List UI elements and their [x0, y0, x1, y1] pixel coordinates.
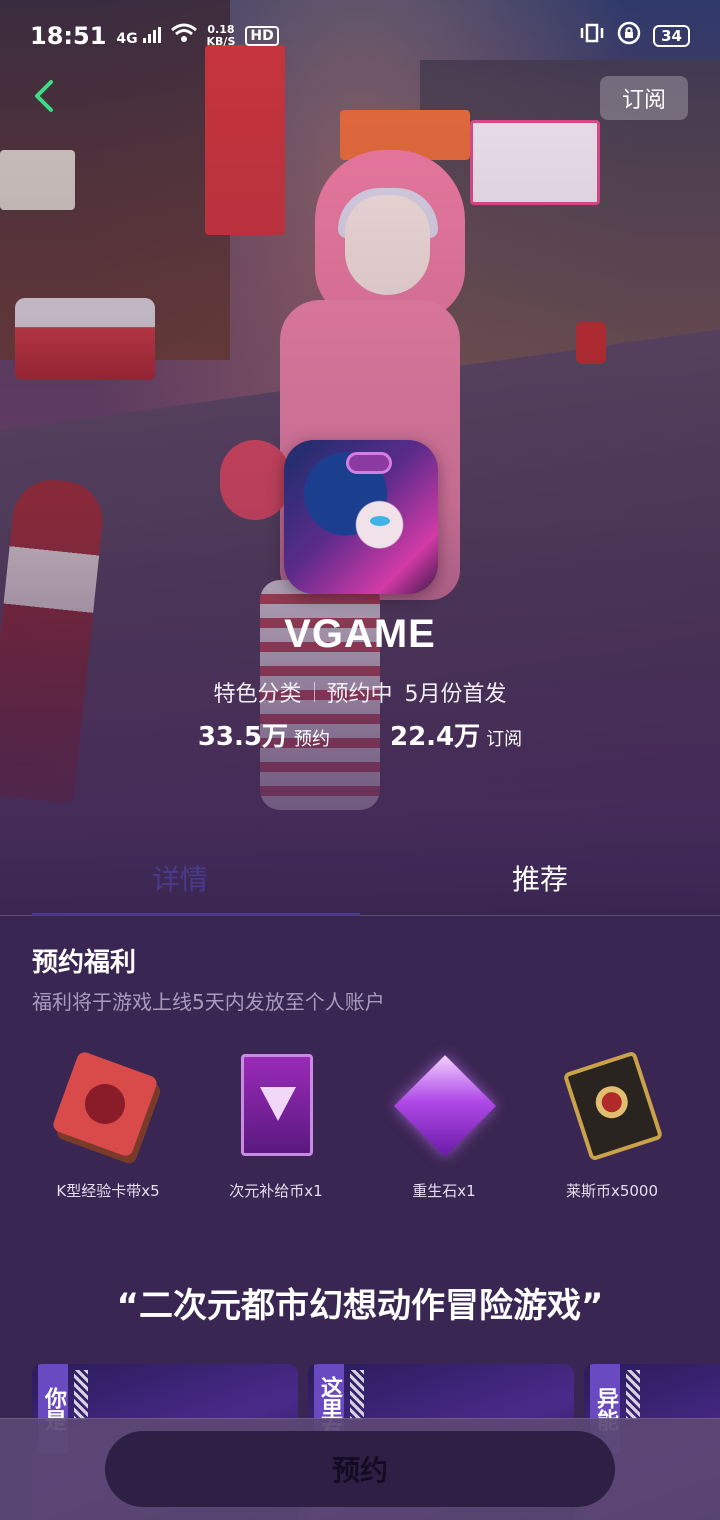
game-stats-row: 33.5万 预约 22.4万 订阅: [0, 716, 720, 753]
reserve-button-label: 预约: [331, 1454, 388, 1487]
reward-item: 重生石x1: [369, 1050, 519, 1201]
reserve-button[interactable]: 预约: [105, 1431, 615, 1507]
reservation-count: 33.5万: [197, 722, 288, 752]
reservation-count-label: 预约: [294, 729, 330, 750]
decorative-stripe: [350, 1370, 364, 1420]
reward-label: K型经验卡带x5: [56, 1182, 160, 1200]
reservation-stat: 33.5万 预约: [198, 716, 330, 753]
battery-indicator: 34: [653, 25, 690, 47]
subscription-count: 22.4万: [390, 722, 481, 752]
rebirth-gem-icon: [389, 1050, 499, 1160]
tab-details[interactable]: 详情: [0, 840, 360, 916]
status-time: 18:51: [30, 22, 107, 50]
game-slogan: “二次元都市幻想动作冒险游戏”: [116, 1286, 604, 1326]
chevron-left-icon: [35, 80, 53, 112]
tab-recommend[interactable]: 推荐: [360, 840, 720, 915]
cellular-signal-icon: 4G: [116, 26, 161, 46]
reward-item: 次元补给币x1: [201, 1050, 351, 1201]
reward-item: 莱斯币x5000: [537, 1050, 687, 1201]
subscription-count-label: 订阅: [486, 729, 523, 750]
game-status: 预约中: [326, 682, 393, 707]
benefits-title: 预约福利: [32, 948, 137, 978]
status-bar: 18:51 4G 0.18 KB/S HD 34: [0, 0, 720, 72]
hd-voice-icon: HD: [245, 26, 279, 46]
app-icon-eye: [370, 516, 390, 526]
reward-item: K型经验卡带x5: [33, 1050, 183, 1201]
app-icon-goggle: [346, 452, 392, 474]
rice-coin-card-icon: [557, 1050, 667, 1162]
game-app-icon: [284, 440, 438, 594]
tab-bar: 详情 推荐: [0, 840, 720, 916]
meta-divider: [313, 682, 315, 702]
reward-label: 莱斯币x5000: [565, 1182, 659, 1200]
network-speed: 0.18 KB/S: [206, 23, 236, 48]
reward-label: 重生石x1: [412, 1182, 476, 1200]
benefits-subtitle: 福利将于游戏上线5天内发放至个人账户: [32, 990, 385, 1014]
supply-coin-card-icon: [221, 1050, 331, 1160]
game-category[interactable]: 特色分类: [213, 676, 301, 708]
exp-cartridge-icon: [51, 1050, 163, 1160]
subscription-stat: 22.4万 订阅: [390, 716, 522, 753]
bottom-action-bar: 预约: [0, 1418, 720, 1520]
back-button[interactable]: [24, 76, 64, 116]
game-title: VGAME: [284, 612, 436, 656]
subscribe-button[interactable]: 订阅: [600, 76, 688, 120]
rewards-list: K型经验卡带x5 次元补给币x1 重生石x1 莱斯币x5000: [0, 1050, 720, 1201]
game-meta-row: 特色分类 预约中 5月份首发: [0, 676, 720, 708]
game-release: 5月份首发: [404, 682, 507, 707]
rotation-lock-icon: [617, 21, 641, 51]
wifi-icon: [170, 23, 197, 49]
decorative-stripe: [626, 1370, 640, 1420]
decorative-stripe: [74, 1370, 88, 1420]
vibrate-icon: [579, 22, 605, 50]
reward-label: 次元补给币x1: [229, 1182, 323, 1200]
